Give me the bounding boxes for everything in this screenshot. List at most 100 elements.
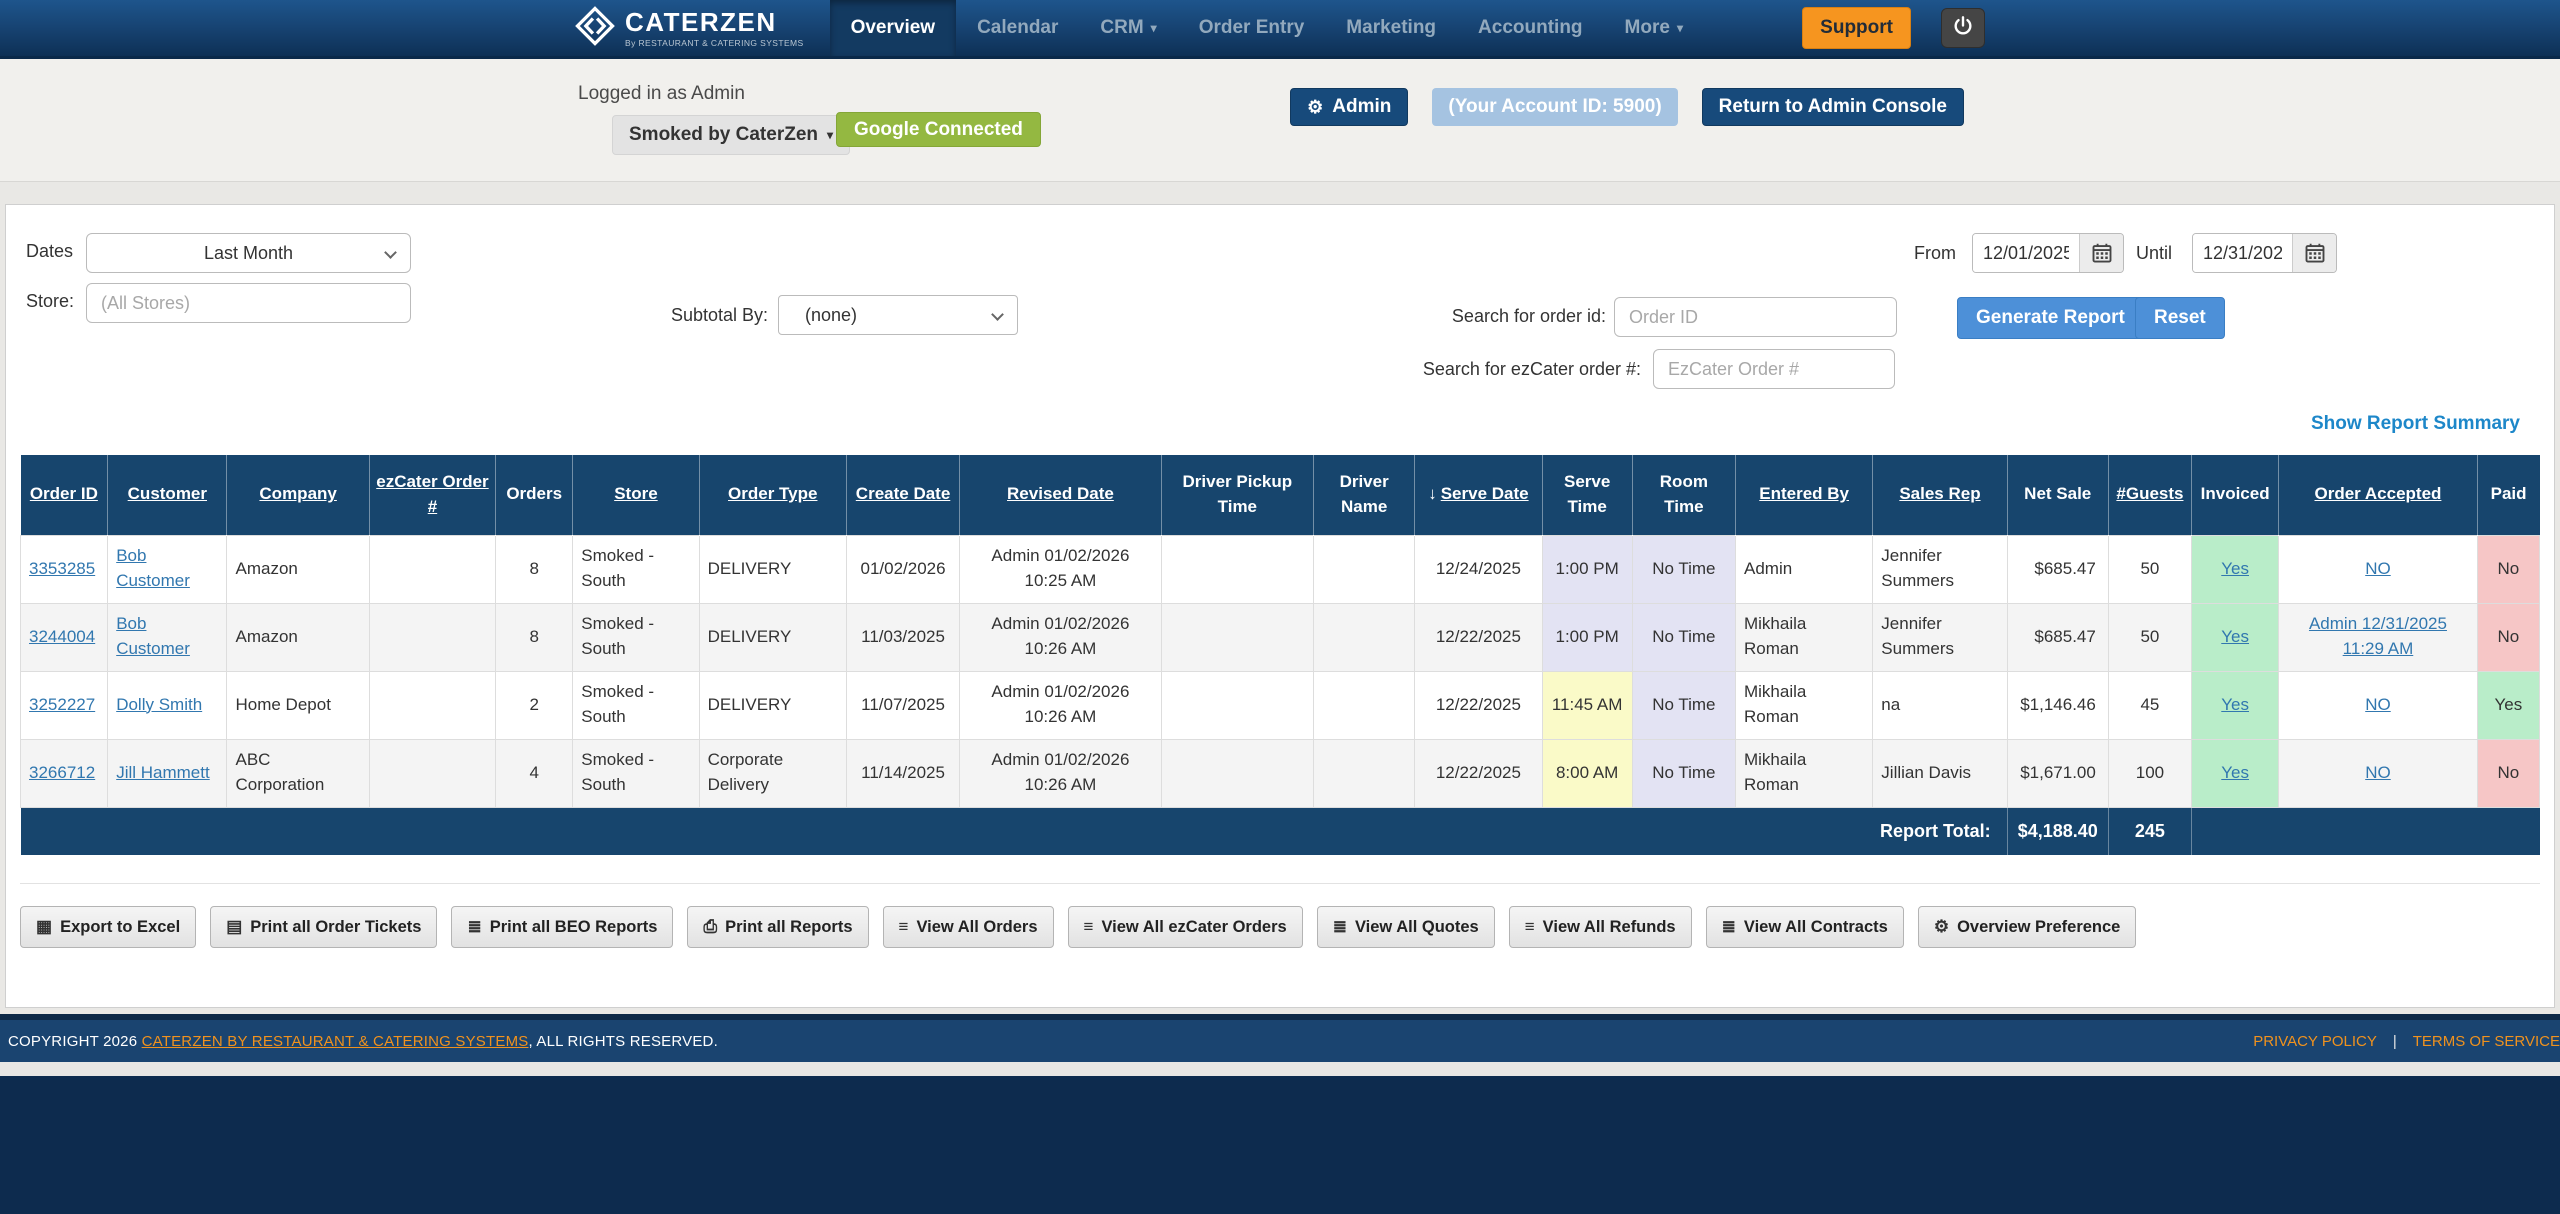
col-header-sales_rep[interactable]: Sales Rep bbox=[1873, 455, 2007, 535]
cell-link-order_accepted[interactable]: NO bbox=[2365, 559, 2391, 578]
cell-link-order_accepted[interactable]: NO bbox=[2365, 763, 2391, 782]
cell-entered_by: Mikhaila Roman bbox=[1735, 739, 1872, 807]
export-to-excel-button[interactable]: ▦Export to Excel bbox=[20, 906, 196, 948]
print-icon: ⎙ bbox=[703, 917, 717, 937]
col-header-guests[interactable]: #Guests bbox=[2108, 455, 2191, 535]
search-order-id-label: Search for order id: bbox=[1356, 306, 1606, 327]
cell-link-invoiced[interactable]: Yes bbox=[2221, 627, 2249, 646]
calendar-icon[interactable] bbox=[2079, 234, 2123, 272]
admin-button[interactable]: ⚙ Admin bbox=[1290, 88, 1408, 126]
search-ezcater-input[interactable] bbox=[1653, 349, 1895, 389]
privacy-policy-link[interactable]: PRIVACY POLICY bbox=[2253, 1033, 2377, 1050]
cell-create_date: 11/07/2025 bbox=[846, 671, 959, 739]
overview-preference-button[interactable]: ⚙Overview Preference bbox=[1918, 906, 2137, 948]
nav-item-calendar[interactable]: Calendar bbox=[956, 0, 1079, 56]
cell-store: Smoked - South bbox=[573, 535, 699, 603]
col-header-store[interactable]: Store bbox=[573, 455, 699, 535]
print-all-order-tickets-button[interactable]: ▤Print all Order Tickets bbox=[210, 906, 437, 948]
terms-of-service-link[interactable]: TERMS OF SERVICE bbox=[2413, 1033, 2560, 1050]
support-button[interactable]: Support bbox=[1802, 7, 1911, 49]
view-all-ezcater-orders-button[interactable]: ≡View All ezCater Orders bbox=[1068, 906, 1303, 948]
print-all-reports-button[interactable]: ⎙Print all Reports bbox=[687, 906, 868, 948]
sort-desc-icon: ↓ bbox=[1428, 484, 1437, 503]
cell-invoiced: Yes bbox=[2192, 739, 2279, 807]
table-row: 3353285Bob CustomerAmazon8Smoked - South… bbox=[21, 535, 2540, 603]
cell-link-invoiced[interactable]: Yes bbox=[2221, 763, 2249, 782]
cell-link-customer[interactable]: Jill Hammett bbox=[116, 763, 210, 782]
grid-icon: ▦ bbox=[36, 917, 52, 937]
view-all-refunds-button[interactable]: ≡View All Refunds bbox=[1509, 906, 1692, 948]
cell-guests: 50 bbox=[2108, 603, 2191, 671]
col-header-ezcater[interactable]: ezCater Order # bbox=[369, 455, 495, 535]
cell-customer: Bob Customer bbox=[108, 603, 227, 671]
nav-item-marketing[interactable]: Marketing bbox=[1325, 0, 1457, 56]
logout-button[interactable] bbox=[1941, 8, 1985, 48]
cell-link-order_accepted[interactable]: Admin 12/31/2025 11:29 AM bbox=[2309, 614, 2447, 658]
generate-report-button[interactable]: Generate Report bbox=[1957, 297, 2144, 339]
cell-order_type: DELIVERY bbox=[699, 671, 846, 739]
nav-item-order-entry[interactable]: Order Entry bbox=[1178, 0, 1326, 56]
report-panel: Dates Last Month Store: Subtotal By: (no… bbox=[5, 204, 2555, 1008]
cell-link-customer[interactable]: Bob Customer bbox=[116, 614, 190, 658]
table-row: 3244004Bob CustomerAmazon8Smoked - South… bbox=[21, 603, 2540, 671]
cell-driver_pickup bbox=[1161, 671, 1313, 739]
cell-customer: Jill Hammett bbox=[108, 739, 227, 807]
cell-link-order_id[interactable]: 3252227 bbox=[29, 695, 95, 714]
nav-item-accounting[interactable]: Accounting bbox=[1457, 0, 1604, 56]
col-header-invoiced: Invoiced bbox=[2192, 455, 2279, 535]
store-switcher-dropdown[interactable]: Smoked by CaterZen ▾ bbox=[612, 115, 850, 155]
view-all-orders-button[interactable]: ≡View All Orders bbox=[883, 906, 1054, 948]
dates-select[interactable]: Last Month bbox=[86, 233, 411, 273]
col-header-serve_date[interactable]: ↓Serve Date bbox=[1415, 455, 1542, 535]
cell-order_type: DELIVERY bbox=[699, 535, 846, 603]
brand-logo: CATERZEN By RESTAURANT & CATERING SYSTEM… bbox=[575, 0, 804, 56]
footer: COPYRIGHT 2026 CATERZEN BY RESTAURANT & … bbox=[0, 1020, 2560, 1062]
cell-create_date: 11/03/2025 bbox=[846, 603, 959, 671]
cell-guests: 45 bbox=[2108, 671, 2191, 739]
cell-link-invoiced[interactable]: Yes bbox=[2221, 559, 2249, 578]
store-input[interactable] bbox=[86, 283, 411, 323]
cell-invoiced: Yes bbox=[2192, 535, 2279, 603]
report-total-guests: 245 bbox=[2108, 807, 2191, 855]
calendar-icon[interactable] bbox=[2292, 234, 2336, 272]
col-header-entered_by[interactable]: Entered By bbox=[1735, 455, 1872, 535]
print-all-beo-reports-button[interactable]: ≣Print all BEO Reports bbox=[451, 906, 673, 948]
cell-link-customer[interactable]: Bob Customer bbox=[116, 546, 190, 590]
col-header-company[interactable]: Company bbox=[227, 455, 369, 535]
cell-room_time: No Time bbox=[1632, 739, 1735, 807]
cell-link-order_accepted[interactable]: NO bbox=[2365, 695, 2391, 714]
nav-item-crm[interactable]: CRM▾ bbox=[1079, 0, 1177, 56]
col-header-create_date[interactable]: Create Date bbox=[846, 455, 959, 535]
cell-serve_time: 8:00 AM bbox=[1542, 739, 1632, 807]
col-header-customer[interactable]: Customer bbox=[108, 455, 227, 535]
show-report-summary-link[interactable]: Show Report Summary bbox=[2311, 413, 2520, 435]
cell-driver_name bbox=[1314, 671, 1415, 739]
col-header-order_type[interactable]: Order Type bbox=[699, 455, 846, 535]
search-order-id-input[interactable] bbox=[1614, 297, 1897, 337]
until-date-input[interactable] bbox=[2193, 234, 2292, 272]
cell-link-order_id[interactable]: 3244004 bbox=[29, 627, 95, 646]
cell-link-order_id[interactable]: 3266712 bbox=[29, 763, 95, 782]
return-admin-console-button[interactable]: Return to Admin Console bbox=[1702, 88, 1964, 126]
cell-link-customer[interactable]: Dolly Smith bbox=[116, 695, 202, 714]
col-header-revised_date[interactable]: Revised Date bbox=[960, 455, 1161, 535]
google-connected-button[interactable]: Google Connected bbox=[836, 112, 1041, 147]
cell-store: Smoked - South bbox=[573, 603, 699, 671]
cell-order_type: Corporate Delivery bbox=[699, 739, 846, 807]
col-header-order_accepted[interactable]: Order Accepted bbox=[2279, 455, 2477, 535]
subtotal-by-select[interactable]: (none) bbox=[778, 295, 1018, 335]
nav-item-overview[interactable]: Overview bbox=[830, 0, 957, 56]
reset-button[interactable]: Reset bbox=[2135, 297, 2225, 339]
from-date-input[interactable] bbox=[1973, 234, 2079, 272]
caterzen-footer-link[interactable]: CATERZEN BY RESTAURANT & CATERING SYSTEM… bbox=[142, 1033, 529, 1050]
nav-item-more[interactable]: More▾ bbox=[1604, 0, 1704, 56]
view-all-contracts-button[interactable]: ≣View All Contracts bbox=[1706, 906, 1904, 948]
col-header-order_id[interactable]: Order ID bbox=[21, 455, 108, 535]
cell-link-invoiced[interactable]: Yes bbox=[2221, 695, 2249, 714]
chevron-down-icon: ▾ bbox=[827, 128, 833, 142]
view-all-quotes-button[interactable]: ≣View All Quotes bbox=[1317, 906, 1495, 948]
chevron-down-icon: ▾ bbox=[1151, 21, 1157, 35]
cell-create_date: 11/14/2025 bbox=[846, 739, 959, 807]
cell-link-order_id[interactable]: 3353285 bbox=[29, 559, 95, 578]
cell-driver_name bbox=[1314, 739, 1415, 807]
